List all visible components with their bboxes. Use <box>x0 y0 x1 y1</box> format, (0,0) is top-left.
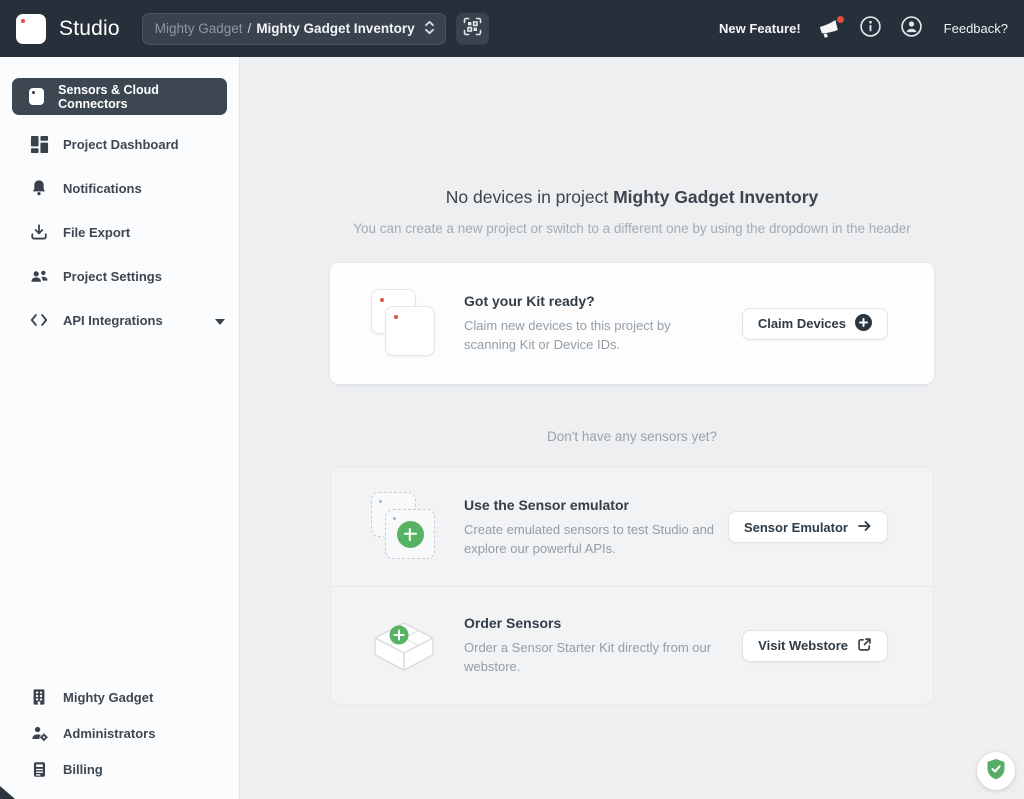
announcements-button[interactable] <box>818 18 842 40</box>
emulator-row-text: Use the Sensor emulator Create emulated … <box>464 497 728 558</box>
device-cards-icon <box>368 285 440 363</box>
emulator-row-description: Create emulated sensors to test Studio a… <box>464 520 722 558</box>
sensor-emulator-icon <box>368 488 440 566</box>
empty-state-subtitle: You can create a new project or switch t… <box>240 221 1024 236</box>
sensor-emulator-row: Use the Sensor emulator Create emulated … <box>331 468 933 586</box>
sensor-emulator-button-label: Sensor Emulator <box>744 520 848 535</box>
sidebar-item-label: File Export <box>63 225 130 240</box>
section-label: Don't have any sensors yet? <box>240 429 1024 444</box>
main-content: No devices in project Mighty Gadget Inve… <box>240 57 1024 799</box>
qr-scan-icon <box>463 17 482 41</box>
calculator-icon <box>29 759 49 779</box>
admin-person-gear-icon <box>29 723 49 743</box>
notification-dot <box>837 16 844 23</box>
dashboard-grid-icon <box>29 134 49 154</box>
order-sensors-row: Order Sensors Order a Sensor Starter Kit… <box>331 586 933 704</box>
order-row-text: Order Sensors Order a Sensor Starter Kit… <box>464 615 742 676</box>
sidebar-item-project-dashboard[interactable]: Project Dashboard <box>0 122 239 166</box>
sidebar: Sensors & Cloud Connectors Project Dashb… <box>0 57 240 799</box>
qr-scan-button[interactable] <box>456 13 489 45</box>
studio-logo-icon <box>16 14 46 44</box>
sidebar-item-sensors-cloud-connectors[interactable]: Sensors & Cloud Connectors <box>12 78 227 115</box>
project-name: Mighty Gadget Inventory <box>256 21 414 36</box>
sort-chevron-icon <box>424 20 435 38</box>
sidebar-item-notifications[interactable]: Notifications <box>0 166 239 210</box>
sidebar-item-billing[interactable]: Billing <box>0 751 239 787</box>
brand-title: Studio <box>59 17 120 41</box>
claim-devices-button[interactable]: Claim Devices <box>742 308 888 340</box>
sidebar-item-label: API Integrations <box>63 313 163 328</box>
emulator-row-title: Use the Sensor emulator <box>464 497 728 513</box>
account-button[interactable] <box>900 17 924 41</box>
corner-widget-wedge <box>0 786 15 799</box>
megaphone-icon <box>818 27 840 44</box>
order-sensors-box-icon <box>368 610 440 682</box>
sidebar-item-administrators[interactable]: Administrators <box>0 715 239 751</box>
visit-webstore-button[interactable]: Visit Webstore <box>742 630 888 662</box>
sidebar-item-project-settings[interactable]: Project Settings <box>0 254 239 298</box>
sidebar-bottom-group: Mighty Gadget Administrators <box>0 679 239 799</box>
kit-card-text: Got your Kit ready? Claim new devices to… <box>464 293 742 354</box>
claim-devices-button-label: Claim Devices <box>758 316 846 331</box>
visit-webstore-button-label: Visit Webstore <box>758 638 848 653</box>
empty-state-title-project: Mighty Gadget Inventory <box>613 187 818 207</box>
sidebar-item-label: Project Settings <box>63 269 162 284</box>
sidebar-item-label: Mighty Gadget <box>63 690 153 705</box>
plus-circle-icon <box>855 314 872 334</box>
sidebar-item-label: Billing <box>63 762 103 777</box>
info-icon <box>859 15 882 43</box>
kit-card-description: Claim new devices to this project by sca… <box>464 316 722 354</box>
sidebar-item-label: Notifications <box>63 181 142 196</box>
privacy-shield-button[interactable] <box>977 752 1015 790</box>
chevron-down-icon <box>215 313 225 328</box>
arrow-right-icon <box>857 519 872 536</box>
sidebar-item-label: Project Dashboard <box>63 137 179 152</box>
building-icon <box>29 687 49 707</box>
order-row-description: Order a Sensor Starter Kit directly from… <box>464 638 722 676</box>
sensor-emulator-button[interactable]: Sensor Emulator <box>728 511 888 543</box>
sidebar-item-label: Sensors & Cloud Connectors <box>58 83 213 111</box>
app-root: Studio Mighty Gadget / Mighty Gadget Inv… <box>0 0 1024 799</box>
switcher-separator: / <box>248 21 252 36</box>
info-button[interactable] <box>859 17 883 41</box>
sidebar-item-api-integrations[interactable]: API Integrations <box>0 298 239 342</box>
empty-state-title: No devices in project Mighty Gadget Inve… <box>240 187 1024 208</box>
starter-options-panel: Use the Sensor emulator Create emulated … <box>330 467 934 705</box>
external-link-icon <box>857 637 872 655</box>
kit-card-title: Got your Kit ready? <box>464 293 742 309</box>
account-icon <box>900 15 923 43</box>
header-actions: New Feature! <box>719 17 1008 41</box>
download-tray-icon <box>29 222 49 242</box>
sidebar-item-file-export[interactable]: File Export <box>0 210 239 254</box>
bell-icon <box>29 178 49 198</box>
kit-ready-card: Got your Kit ready? Claim new devices to… <box>330 263 934 384</box>
sensor-square-icon <box>29 88 44 105</box>
project-switcher[interactable]: Mighty Gadget / Mighty Gadget Inventory <box>142 13 446 45</box>
feedback-link[interactable]: Feedback? <box>944 21 1008 36</box>
app-header: Studio Mighty Gadget / Mighty Gadget Inv… <box>0 0 1024 57</box>
shield-check-icon <box>984 757 1008 786</box>
order-row-title: Order Sensors <box>464 615 742 631</box>
people-icon <box>29 266 49 286</box>
code-brackets-icon <box>29 310 49 330</box>
organization-name: Mighty Gadget <box>155 21 243 36</box>
green-plus-icon <box>397 521 424 548</box>
sidebar-item-organization[interactable]: Mighty Gadget <box>0 679 239 715</box>
new-feature-label: New Feature! <box>719 21 801 36</box>
empty-state-title-prefix: No devices in project <box>446 187 613 207</box>
sidebar-item-label: Administrators <box>63 726 155 741</box>
